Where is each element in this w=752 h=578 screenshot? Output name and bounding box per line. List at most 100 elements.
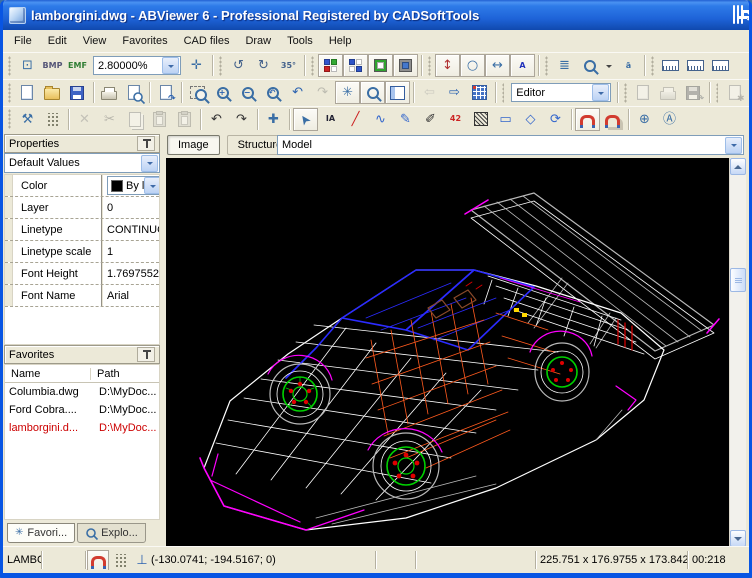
menu-item-draw[interactable]: Draw: [237, 32, 279, 50]
text-tool-button[interactable]: ΙA: [318, 108, 343, 131]
redo-button[interactable]: ↷: [229, 108, 254, 131]
show-panel-button[interactable]: [385, 81, 410, 104]
save-copy-button[interactable]: ↷: [681, 81, 706, 104]
copy-as-emf-button[interactable]: EMF: [65, 54, 90, 77]
tab-image[interactable]: Image: [167, 135, 220, 155]
dimension-tool-button[interactable]: 42: [443, 108, 468, 131]
line-tool-button[interactable]: ╱: [343, 108, 368, 131]
zoom-out-button[interactable]: −: [235, 81, 260, 104]
dimension-vertical-button[interactable]: ↕: [435, 54, 460, 77]
paste-button[interactable]: [147, 108, 172, 131]
redo-view-button[interactable]: ↷: [310, 81, 335, 104]
status-snap-button[interactable]: [87, 550, 109, 570]
back-button[interactable]: ⇦: [417, 81, 442, 104]
layout-combo[interactable]: Model: [277, 135, 744, 155]
property-value[interactable]: By l: [103, 176, 159, 195]
property-value[interactable]: 1: [103, 246, 159, 258]
view-mode-mono-button[interactable]: [343, 54, 368, 77]
find-entity-button[interactable]: [577, 54, 602, 77]
menu-item-help[interactable]: Help: [321, 32, 360, 50]
whole-drawing-button[interactable]: ✳: [335, 81, 360, 104]
polyline-tool-button[interactable]: ∿: [368, 108, 393, 131]
measure-polyline-button[interactable]: [683, 54, 708, 77]
menu-item-favorites[interactable]: Favorites: [114, 32, 175, 50]
property-value[interactable]: 1.76975526: [103, 268, 159, 280]
toolbar-grip[interactable]: [716, 83, 719, 103]
property-value[interactable]: CONTINUO: [103, 224, 159, 236]
snap-entities-button[interactable]: [575, 108, 600, 131]
arc-tool-button[interactable]: ⟳: [543, 108, 568, 131]
favorites-row[interactable]: Columbia.dwgD:\MyDoc...: [5, 383, 159, 401]
forward-button[interactable]: ⇨: [442, 81, 467, 104]
print-button[interactable]: [96, 81, 121, 104]
view-mode-color-button[interactable]: [318, 54, 343, 77]
measure-area-button[interactable]: [708, 54, 733, 77]
snap-grid-button[interactable]: [600, 108, 625, 131]
settings-button[interactable]: ⚒: [15, 108, 40, 131]
favorites-row[interactable]: Ford Cobra....D:\MyDoc...: [5, 401, 159, 419]
scrollbar-thumb[interactable]: [730, 268, 746, 292]
center-view-button[interactable]: ⊕: [632, 108, 657, 131]
view-mode-print-button[interactable]: [368, 54, 393, 77]
canvas-vertical-scrollbar[interactable]: [729, 158, 746, 547]
draw-circle-mode-button[interactable]: ○: [460, 54, 485, 77]
favorites-row[interactable]: lamborgini.d...D:\MyDoc...: [5, 419, 159, 437]
convert-button[interactable]: ↷: [153, 81, 178, 104]
menu-item-view[interactable]: View: [75, 32, 115, 50]
chevron-down-icon[interactable]: [725, 137, 742, 154]
zoom-extents-button[interactable]: ✛: [184, 54, 209, 77]
layers-button[interactable]: ≣: [552, 54, 577, 77]
undo-view-button[interactable]: ↶: [285, 81, 310, 104]
color-value-combo[interactable]: By l: [107, 176, 159, 195]
menu-item-cad-files[interactable]: CAD files: [176, 32, 238, 50]
toolbar-grip[interactable]: [8, 56, 11, 76]
orbit-view-button[interactable]: Ⓐ: [657, 108, 682, 131]
thumbnails-button[interactable]: [467, 81, 492, 104]
minimize-button[interactable]: [733, 5, 735, 24]
delete-button[interactable]: ✕: [72, 108, 97, 131]
rotate-left-button[interactable]: ↺: [226, 54, 251, 77]
scroll-up-button[interactable]: [730, 158, 746, 175]
drawing-canvas[interactable]: [166, 158, 729, 547]
toolbar-grip[interactable]: [502, 83, 505, 103]
mode-combo[interactable]: Editor: [511, 83, 611, 102]
chevron-down-icon[interactable]: [162, 57, 179, 74]
find-entity-dropdown[interactable]: [602, 54, 616, 77]
chevron-down-icon[interactable]: [141, 155, 158, 172]
scroll-down-button[interactable]: [730, 530, 746, 547]
title-bar[interactable]: lamborgini.dwg - ABViewer 6 - Profession…: [3, 0, 749, 30]
zoom-in-button[interactable]: +: [210, 81, 235, 104]
copy-as-bmp-button[interactable]: BMP: [40, 54, 65, 77]
favorites-column-name[interactable]: Name: [5, 368, 91, 380]
rectangle-tool-button[interactable]: ▭: [493, 108, 518, 131]
toolbar-grip[interactable]: [8, 83, 11, 103]
panel-tab-favori[interactable]: ✳Favori...: [7, 523, 75, 543]
grid-settings-button[interactable]: [40, 108, 65, 131]
cut-button[interactable]: ✂: [97, 108, 122, 131]
maximize-button[interactable]: [737, 5, 739, 24]
close-button[interactable]: [741, 5, 743, 24]
save-button[interactable]: [65, 81, 90, 104]
toolbar-grip[interactable]: [428, 56, 431, 76]
zoom-window-button[interactable]: [185, 81, 210, 104]
print-drawing-button[interactable]: [656, 81, 681, 104]
toolbar-grip[interactable]: [311, 56, 314, 76]
rotate-angle-button[interactable]: 35°: [276, 54, 301, 77]
property-value[interactable]: 0: [103, 202, 159, 214]
print-preview-button[interactable]: [121, 81, 146, 104]
new-drawing-button[interactable]: [631, 81, 656, 104]
properties-preset-combo[interactable]: Default Values: [4, 153, 160, 173]
zoom-previous-button[interactable]: ↶: [260, 81, 285, 104]
toolbar-grip[interactable]: [651, 56, 654, 76]
export-button[interactable]: ✱: [722, 81, 747, 104]
zoom-level-combo[interactable]: 2.80000%: [93, 56, 181, 75]
polygon-tool-button[interactable]: ◇: [518, 108, 543, 131]
open-button[interactable]: [40, 81, 65, 104]
add-entity-button[interactable]: ✚: [261, 108, 286, 131]
text-mode-button[interactable]: A: [510, 54, 535, 77]
toolbar-grip[interactable]: [545, 56, 548, 76]
pencil-tool-button[interactable]: ✎: [393, 108, 418, 131]
toolbar-grip[interactable]: [624, 83, 627, 103]
panel-tab-explo[interactable]: Explo...: [77, 523, 146, 543]
favorites-column-path[interactable]: Path: [91, 368, 159, 380]
